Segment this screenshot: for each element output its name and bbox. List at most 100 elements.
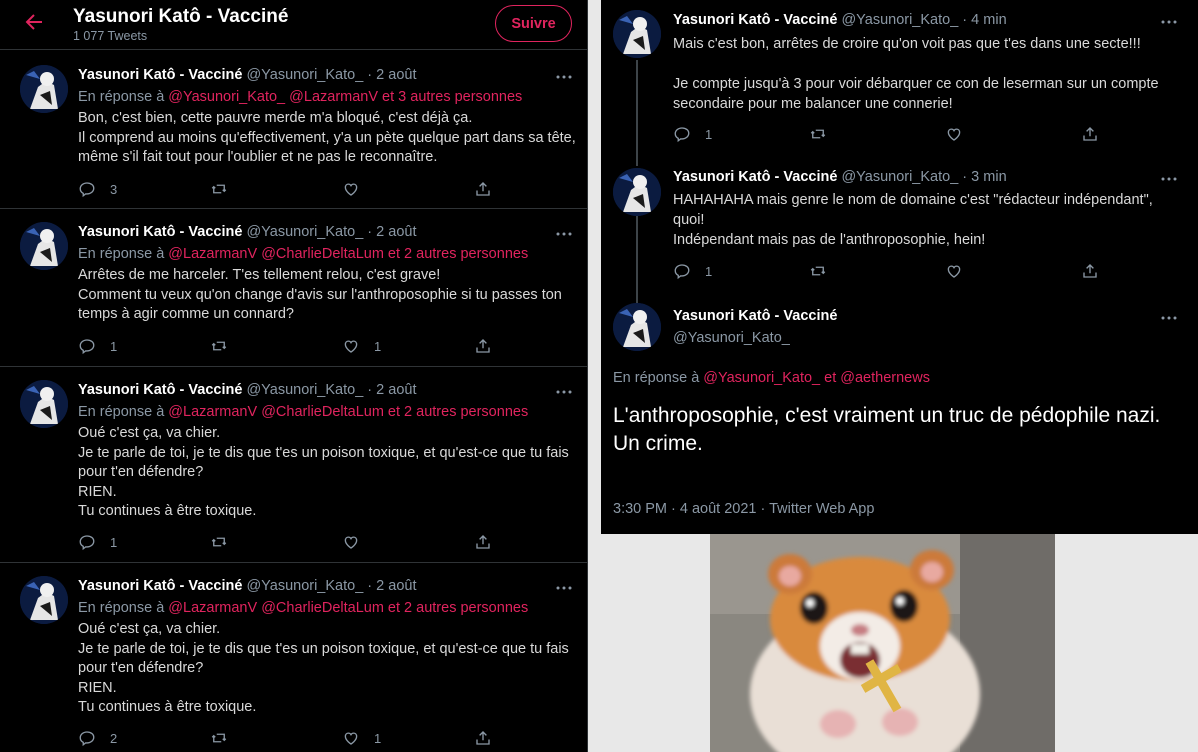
author-handle[interactable]: @Yasunori_Kato_ bbox=[246, 578, 363, 594]
retweet-icon bbox=[810, 266, 826, 276]
like-button[interactable] bbox=[945, 124, 963, 144]
reply-button[interactable]: 1 bbox=[78, 336, 117, 356]
share-button[interactable] bbox=[474, 179, 492, 199]
retweet-icon bbox=[211, 733, 227, 743]
more-icon[interactable] bbox=[555, 228, 573, 240]
author-name[interactable]: Yasunori Katô - Vacciné bbox=[78, 224, 242, 240]
profile-header: Yasunori Katô - Vacciné 1 077 Tweets Sui… bbox=[0, 0, 587, 50]
author-name[interactable]: Yasunori Katô - Vacciné bbox=[78, 67, 242, 83]
more-icon[interactable] bbox=[1160, 16, 1178, 28]
like-icon bbox=[344, 340, 358, 353]
author-name[interactable]: Yasunori Katô - Vacciné bbox=[673, 12, 837, 28]
like-icon bbox=[344, 732, 358, 745]
share-icon bbox=[1083, 264, 1097, 278]
tweet-text: Oué c'est ça, va chier. Je te parle de t… bbox=[78, 621, 569, 716]
share-button[interactable] bbox=[1081, 124, 1099, 144]
like-button[interactable] bbox=[342, 179, 374, 199]
more-icon[interactable] bbox=[1160, 173, 1178, 185]
retweet-button[interactable] bbox=[210, 336, 242, 356]
reply-count: 1 bbox=[705, 263, 713, 279]
author-handle[interactable]: @Yasunori_Kato_ bbox=[841, 169, 958, 185]
share-icon bbox=[1083, 127, 1097, 141]
tweet[interactable]: Yasunori Katô - Vacciné @Yasunori_Kato_ … bbox=[0, 210, 587, 367]
avatar[interactable] bbox=[20, 65, 68, 113]
tweet[interactable]: Yasunori Katô - Vacciné @Yasunori_Kato_ … bbox=[0, 368, 587, 563]
author-name[interactable]: Yasunori Katô - Vacciné bbox=[78, 382, 242, 398]
share-button[interactable] bbox=[474, 336, 492, 356]
like-icon bbox=[947, 265, 961, 278]
retweet-icon bbox=[810, 129, 826, 139]
tweet-text: HAHAHAHA mais genre le nom de domaine c'… bbox=[673, 192, 1153, 248]
author-handle[interactable]: @Yasunori_Kato_ bbox=[841, 12, 958, 28]
retweet-icon bbox=[211, 184, 227, 194]
retweet-button[interactable] bbox=[210, 532, 242, 552]
hamster-meme-image bbox=[710, 534, 1055, 752]
profile-name: Yasunori Katô - Vacciné bbox=[73, 6, 289, 27]
tweet-text: Oué c'est ça, va chier. Je te parle de t… bbox=[78, 425, 569, 520]
tweet-date[interactable]: 2 août bbox=[376, 382, 416, 398]
profile-timeline: Yasunori Katô - Vacciné 1 077 Tweets Sui… bbox=[0, 0, 588, 752]
reply-button[interactable]: 1 bbox=[673, 124, 712, 144]
tweet-actions: 1 1 bbox=[78, 336, 498, 356]
like-button[interactable]: 1 bbox=[342, 336, 381, 356]
reply-button[interactable]: 1 bbox=[673, 261, 712, 281]
tweet-actions: 2 1 bbox=[78, 728, 498, 748]
avatar[interactable] bbox=[20, 576, 68, 624]
thread-tweet[interactable]: Yasunori Katô - Vacciné @Yasunori_Kato_ … bbox=[601, 0, 1198, 160]
follow-button[interactable]: Suivre bbox=[495, 5, 572, 42]
author-name[interactable]: Yasunori Katô - Vacciné bbox=[673, 169, 837, 185]
tweet[interactable]: Yasunori Katô - Vacciné @Yasunori_Kato_ … bbox=[0, 51, 587, 209]
back-arrow-icon[interactable] bbox=[22, 10, 46, 34]
tweet-date[interactable]: 3 min bbox=[971, 169, 1006, 185]
reply-icon bbox=[79, 339, 95, 355]
retweet-button[interactable] bbox=[210, 179, 242, 199]
reply-mentions[interactable]: @LazarmanV @CharlieDeltaLum et 2 autres … bbox=[168, 600, 528, 616]
reply-icon bbox=[674, 127, 690, 143]
avatar[interactable] bbox=[613, 10, 661, 58]
like-icon bbox=[947, 128, 961, 141]
tweet-actions: 1 bbox=[673, 124, 1097, 144]
author-handle[interactable]: @Yasunori_Kato_ bbox=[246, 224, 363, 240]
author-handle[interactable]: @Yasunori_Kato_ bbox=[246, 382, 363, 398]
reply-button[interactable]: 1 bbox=[78, 532, 117, 552]
avatar[interactable] bbox=[20, 380, 68, 428]
tweet-count: 1 077 Tweets bbox=[73, 29, 148, 43]
like-icon bbox=[344, 536, 358, 549]
reply-button[interactable]: 2 bbox=[78, 728, 117, 748]
retweet-icon bbox=[211, 537, 227, 547]
avatar[interactable] bbox=[20, 222, 68, 270]
reply-context: En réponse à @LazarmanV @CharlieDeltaLum… bbox=[78, 246, 529, 262]
tweet[interactable]: Yasunori Katô - Vacciné @Yasunori_Kato_ … bbox=[0, 564, 587, 752]
share-button[interactable] bbox=[1081, 261, 1099, 281]
reply-mentions[interactable]: @Yasunori_Kato_ @LazarmanV et 3 autres p… bbox=[168, 89, 522, 105]
reply-count: 2 bbox=[110, 730, 118, 746]
like-button[interactable] bbox=[945, 261, 963, 281]
retweet-icon bbox=[211, 341, 227, 351]
more-icon[interactable] bbox=[555, 71, 573, 83]
thread-tweet[interactable]: Yasunori Katô - Vacciné @Yasunori_Kato_ … bbox=[601, 160, 1198, 300]
like-button[interactable] bbox=[342, 532, 374, 552]
retweet-button[interactable] bbox=[809, 124, 827, 144]
author-name[interactable]: Yasunori Katô - Vacciné bbox=[78, 578, 242, 594]
reply-count: 3 bbox=[110, 181, 118, 197]
like-count: 1 bbox=[374, 338, 382, 354]
share-icon bbox=[476, 731, 490, 745]
tweet-date[interactable]: 4 min bbox=[971, 12, 1006, 28]
retweet-button[interactable] bbox=[809, 261, 827, 281]
tweet-date[interactable]: 2 août bbox=[376, 224, 416, 240]
like-button[interactable]: 1 bbox=[342, 728, 381, 748]
reply-mentions[interactable]: @LazarmanV @CharlieDeltaLum et 2 autres … bbox=[168, 404, 528, 420]
share-button[interactable] bbox=[474, 728, 492, 748]
reply-button[interactable]: 3 bbox=[78, 179, 117, 199]
retweet-button[interactable] bbox=[210, 728, 242, 748]
more-icon[interactable] bbox=[555, 386, 573, 398]
author-handle[interactable]: @Yasunori_Kato_ bbox=[246, 67, 363, 83]
more-icon[interactable] bbox=[555, 582, 573, 594]
tweet-date[interactable]: 2 août bbox=[376, 67, 416, 83]
reply-mentions[interactable]: @LazarmanV @CharlieDeltaLum et 2 autres … bbox=[168, 246, 528, 262]
tweet-date[interactable]: 2 août bbox=[376, 578, 416, 594]
tweet-actions: 3 bbox=[78, 179, 498, 199]
share-button[interactable] bbox=[474, 532, 492, 552]
avatar[interactable] bbox=[613, 168, 661, 216]
reply-context: En réponse à @Yasunori_Kato_ @LazarmanV … bbox=[78, 89, 523, 105]
